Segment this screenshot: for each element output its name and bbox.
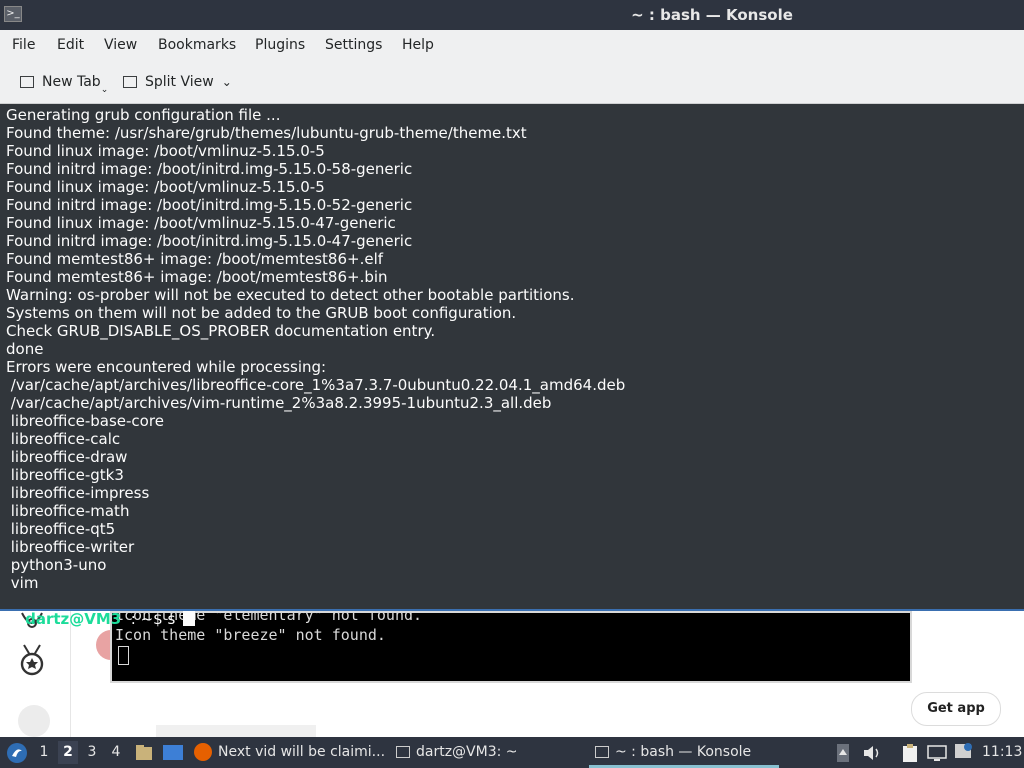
- taskbar: 1 2 3 4 Next vid will be claimi... dartz…: [0, 737, 1024, 768]
- terminal-line: Found initrd image: /boot/initrd.img-5.1…: [6, 196, 413, 214]
- terminal-line: Found linux image: /boot/vmlinuz-5.15.0-…: [6, 142, 325, 160]
- menu-bookmarks[interactable]: Bookmarks: [158, 30, 236, 60]
- split-view-icon: [123, 76, 137, 88]
- new-tab-label: New Tab: [42, 74, 101, 90]
- terminal-line: libreoffice-gtk3: [6, 466, 124, 484]
- terminal-line: Generating grub configuration file ...: [6, 106, 281, 124]
- embedded-terminal-line: Icon theme "breeze" not found.: [115, 626, 386, 644]
- terminal-icon: [396, 746, 410, 758]
- task-firefox-label: Next vid will be claimi...: [218, 744, 386, 760]
- window-titlebar[interactable]: >_ ~ : bash — Konsole: [0, 0, 1024, 30]
- task-firefox[interactable]: Next vid will be claimi...: [194, 737, 386, 768]
- task-konsole[interactable]: ~ : bash — Konsole: [595, 737, 785, 768]
- window-title: ~ : bash — Konsole: [631, 6, 793, 24]
- prompt-user-host: dartz@VM3: [25, 610, 122, 628]
- new-tab-button[interactable]: New Tab⌄: [20, 67, 108, 97]
- konsole-task-icon: [595, 746, 609, 758]
- avatar-placeholder: [18, 705, 50, 737]
- terminal-line: libreoffice-base-core: [6, 412, 164, 430]
- terminal-line: Found memtest86+ image: /boot/memtest86+…: [6, 250, 384, 268]
- terminal-line: libreoffice-math: [6, 502, 130, 520]
- terminal-line: libreoffice-writer: [6, 538, 135, 556]
- terminal-view[interactable]: Generating grub configuration file ... Fo…: [0, 104, 1024, 628]
- terminal-cursor: [183, 611, 196, 626]
- menu-edit[interactable]: Edit: [57, 30, 84, 60]
- menu-settings[interactable]: Settings: [325, 30, 382, 60]
- start-menu-icon[interactable]: [6, 742, 28, 764]
- terminal-line: libreoffice-impress: [6, 484, 150, 502]
- scroll-up-icon[interactable]: [836, 743, 850, 763]
- terminal-line: Found linux image: /boot/vmlinuz-5.15.0-…: [6, 178, 325, 196]
- firefox-icon: [194, 743, 212, 761]
- prompt-command: : ~$ s: [121, 610, 176, 628]
- terminal-line: python3-uno: [6, 556, 107, 574]
- terminal-line: Errors were encountered while processing…: [6, 358, 327, 376]
- menu-help[interactable]: Help: [402, 30, 434, 60]
- split-view-label: Split View: [145, 74, 214, 90]
- clipboard-icon[interactable]: [900, 743, 920, 763]
- terminal-line: Found theme: /usr/share/grub/themes/lubu…: [6, 124, 527, 142]
- show-desktop-icon[interactable]: [162, 743, 184, 763]
- update-notifier-icon[interactable]: [954, 742, 974, 762]
- menu-plugins[interactable]: Plugins: [255, 30, 305, 60]
- task-konsole-label: ~ : bash — Konsole: [615, 744, 752, 760]
- clock[interactable]: 11:13: [982, 737, 1022, 768]
- terminal-line: Check GRUB_DISABLE_OS_PROBER documentati…: [6, 322, 436, 340]
- terminal-line: libreoffice-qt5: [6, 520, 116, 538]
- toolbar: New Tab⌄ Split View ⌄: [0, 60, 1024, 104]
- terminal-line: libreoffice-calc: [6, 430, 121, 448]
- terminal-line: Found initrd image: /boot/initrd.img-5.1…: [6, 232, 413, 250]
- medal-icon[interactable]: [16, 643, 48, 677]
- split-view-button[interactable]: Split View ⌄: [123, 67, 232, 97]
- file-manager-icon[interactable]: [134, 743, 154, 763]
- get-app-button[interactable]: Get app: [911, 692, 1001, 726]
- task-terminal-label: dartz@VM3: ~: [416, 744, 518, 760]
- background-placeholder-bar: [156, 725, 316, 737]
- volume-icon[interactable]: [862, 743, 882, 763]
- embedded-terminal: Icon theme "elementary" not found. Icon …: [110, 606, 912, 683]
- network-icon[interactable]: [926, 743, 948, 763]
- dropdown-arrow-icon: ⌄: [100, 85, 109, 95]
- terminal-line: libreoffice-draw: [6, 448, 128, 466]
- terminal-line: Found memtest86+ image: /boot/memtest86+…: [6, 268, 388, 286]
- workspace-2[interactable]: 2: [58, 741, 78, 764]
- terminal-line: done: [6, 340, 44, 358]
- terminal-line: /var/cache/apt/archives/vim-runtime_2%3a…: [6, 394, 552, 412]
- task-terminal[interactable]: dartz@VM3: ~: [396, 737, 582, 768]
- workspace-1[interactable]: 1: [34, 741, 54, 764]
- terminal-line: Warning: os-prober will not be executed …: [6, 286, 575, 304]
- menu-file[interactable]: File: [12, 30, 35, 60]
- terminal-line: Found initrd image: /boot/initrd.img-5.1…: [6, 160, 413, 178]
- menu-view[interactable]: View: [104, 30, 137, 60]
- workspace-3[interactable]: 3: [82, 741, 102, 764]
- workspace-4[interactable]: 4: [106, 741, 126, 764]
- new-tab-icon: [20, 76, 34, 88]
- terminal-line: Found linux image: /boot/vmlinuz-5.15.0-…: [6, 214, 396, 232]
- terminal-line: vim: [6, 574, 39, 592]
- terminal-line: Systems on them will not be added to the…: [6, 304, 517, 322]
- chevron-down-icon: ⌄: [221, 75, 232, 89]
- terminal-prompt[interactable]: dartz@VM3 : ~$ s: [6, 592, 196, 628]
- embedded-terminal-cursor: [118, 646, 129, 665]
- menubar: File Edit View Bookmarks Plugins Setting…: [0, 30, 1024, 60]
- terminal-output: Generating grub configuration file ... Fo…: [6, 106, 1016, 592]
- terminal-line: /var/cache/apt/archives/libreoffice-core…: [6, 376, 626, 394]
